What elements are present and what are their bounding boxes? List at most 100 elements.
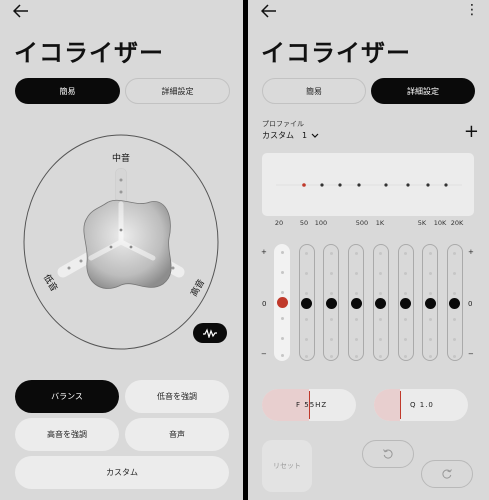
tab-simple[interactable]: 簡易 <box>15 78 120 104</box>
detailed-equalizer-screen: ⋮ イコライザー 簡易 詳細設定 プロファイル カスタム 1 + 20 50 1… <box>248 0 489 500</box>
freq-label: 5K <box>417 219 427 227</box>
graph-point <box>357 183 361 187</box>
freq-label: 500 <box>355 219 369 227</box>
undo-button[interactable] <box>362 440 414 468</box>
profile-selector[interactable]: カスタム 1 <box>262 130 319 141</box>
back-arrow-icon[interactable] <box>13 4 29 18</box>
slider-knob[interactable] <box>301 298 313 309</box>
reset-button[interactable]: リセット <box>262 440 312 492</box>
graph-point <box>302 183 306 187</box>
preset-treble-boost[interactable]: 高音を強調 <box>15 418 119 451</box>
slider-tick <box>329 338 333 341</box>
scale-zero-right: 0 <box>468 300 473 308</box>
slider-tick <box>428 272 432 275</box>
tone-dial[interactable] <box>23 134 219 350</box>
eq-band-slider[interactable] <box>397 244 414 361</box>
redo-button[interactable] <box>421 460 473 488</box>
slider-knob[interactable] <box>325 298 337 309</box>
tab-detailed[interactable]: 詳細設定 <box>371 78 475 104</box>
eq-band-slider[interactable] <box>348 244 365 361</box>
freq-label: 20K <box>450 219 464 227</box>
preset-custom[interactable]: カスタム <box>15 456 229 489</box>
slider-tick <box>305 272 309 275</box>
graph-point <box>426 183 430 187</box>
page-title: イコライザー <box>14 39 164 67</box>
slider-tick <box>354 292 358 295</box>
eq-band-slider[interactable] <box>372 244 389 361</box>
profile-value: カスタム 1 <box>262 131 308 140</box>
slider-tick <box>453 338 457 341</box>
preset-balance[interactable]: バランス <box>15 380 119 413</box>
slider-tick <box>354 338 358 341</box>
slider-knob[interactable] <box>424 298 436 309</box>
slider-knob[interactable] <box>449 298 461 309</box>
slider-tick <box>305 292 309 295</box>
freq-label: 1K <box>375 219 385 227</box>
slider-tick <box>280 251 284 254</box>
freq-label: 100 <box>314 219 328 227</box>
slider-tick <box>428 292 432 295</box>
slider-tick <box>329 355 333 358</box>
slider-tick <box>453 318 457 321</box>
slider-tick <box>453 355 457 358</box>
slider-tick <box>453 292 457 295</box>
slider-tick <box>404 355 407 358</box>
eq-band-slider[interactable] <box>298 244 315 361</box>
slider-tick <box>404 252 407 255</box>
slider-tick <box>280 337 284 340</box>
slider-tick <box>305 318 309 321</box>
slider-tick <box>329 318 333 321</box>
slider-tick <box>428 318 432 321</box>
page-title: イコライザー <box>261 39 411 67</box>
slider-tick <box>404 338 407 341</box>
slider-tick <box>379 318 383 321</box>
slider-tick <box>354 318 358 321</box>
freq-label: 50 <box>299 219 309 227</box>
simple-equalizer-screen: イコライザー 簡易 詳細設定 中音 低音 高音 バランス 低音を強調 高音を強調… <box>0 0 243 500</box>
graph-point <box>384 183 388 187</box>
slider-tick <box>329 292 333 295</box>
mid-label: 中音 <box>112 154 131 164</box>
slider-knob[interactable] <box>276 297 288 308</box>
eq-band-slider[interactable] <box>422 244 439 361</box>
slider-tick <box>428 355 432 358</box>
slider-knob[interactable] <box>375 298 387 309</box>
slider-tick <box>305 338 309 341</box>
slider-tick <box>280 291 284 294</box>
back-arrow-icon[interactable] <box>261 4 277 18</box>
slider-tick <box>354 355 358 358</box>
slider-tick <box>354 272 358 275</box>
slider-knob[interactable] <box>400 298 411 309</box>
waveform-icon <box>203 328 217 338</box>
eq-band-slider[interactable] <box>274 244 290 361</box>
more-options-icon[interactable]: ⋮ <box>465 3 479 17</box>
frequency-field[interactable]: F 55HZ <box>262 389 356 421</box>
tab-detailed[interactable]: 詳細設定 <box>125 78 230 104</box>
slider-tick <box>379 292 383 295</box>
freq-label: 10K <box>433 219 447 227</box>
slider-tick <box>453 272 457 275</box>
waveform-button[interactable] <box>193 323 227 343</box>
add-profile-icon[interactable]: + <box>464 123 479 141</box>
slider-knob[interactable] <box>350 298 362 309</box>
undo-icon <box>383 449 393 459</box>
preset-voice[interactable]: 音声 <box>125 418 229 451</box>
slider-tick <box>329 252 333 255</box>
slider-tick <box>404 272 407 275</box>
scale-plus-right: + <box>468 248 474 256</box>
graph-point <box>444 183 448 187</box>
slider-tick <box>428 252 432 255</box>
q-field[interactable]: Q 1.0 <box>374 389 468 421</box>
eq-response-graph <box>262 153 474 216</box>
graph-point <box>406 183 410 187</box>
slider-tick <box>379 252 383 255</box>
eq-band-slider[interactable] <box>446 244 463 361</box>
tab-simple[interactable]: 簡易 <box>262 78 366 104</box>
slider-tick <box>280 317 284 320</box>
graph-point <box>338 183 342 187</box>
scale-minus-left: − <box>261 350 267 358</box>
preset-bass-boost[interactable]: 低音を強調 <box>125 380 229 413</box>
slider-tick <box>280 354 284 357</box>
slider-tick <box>379 355 383 358</box>
eq-band-slider[interactable] <box>323 244 340 361</box>
